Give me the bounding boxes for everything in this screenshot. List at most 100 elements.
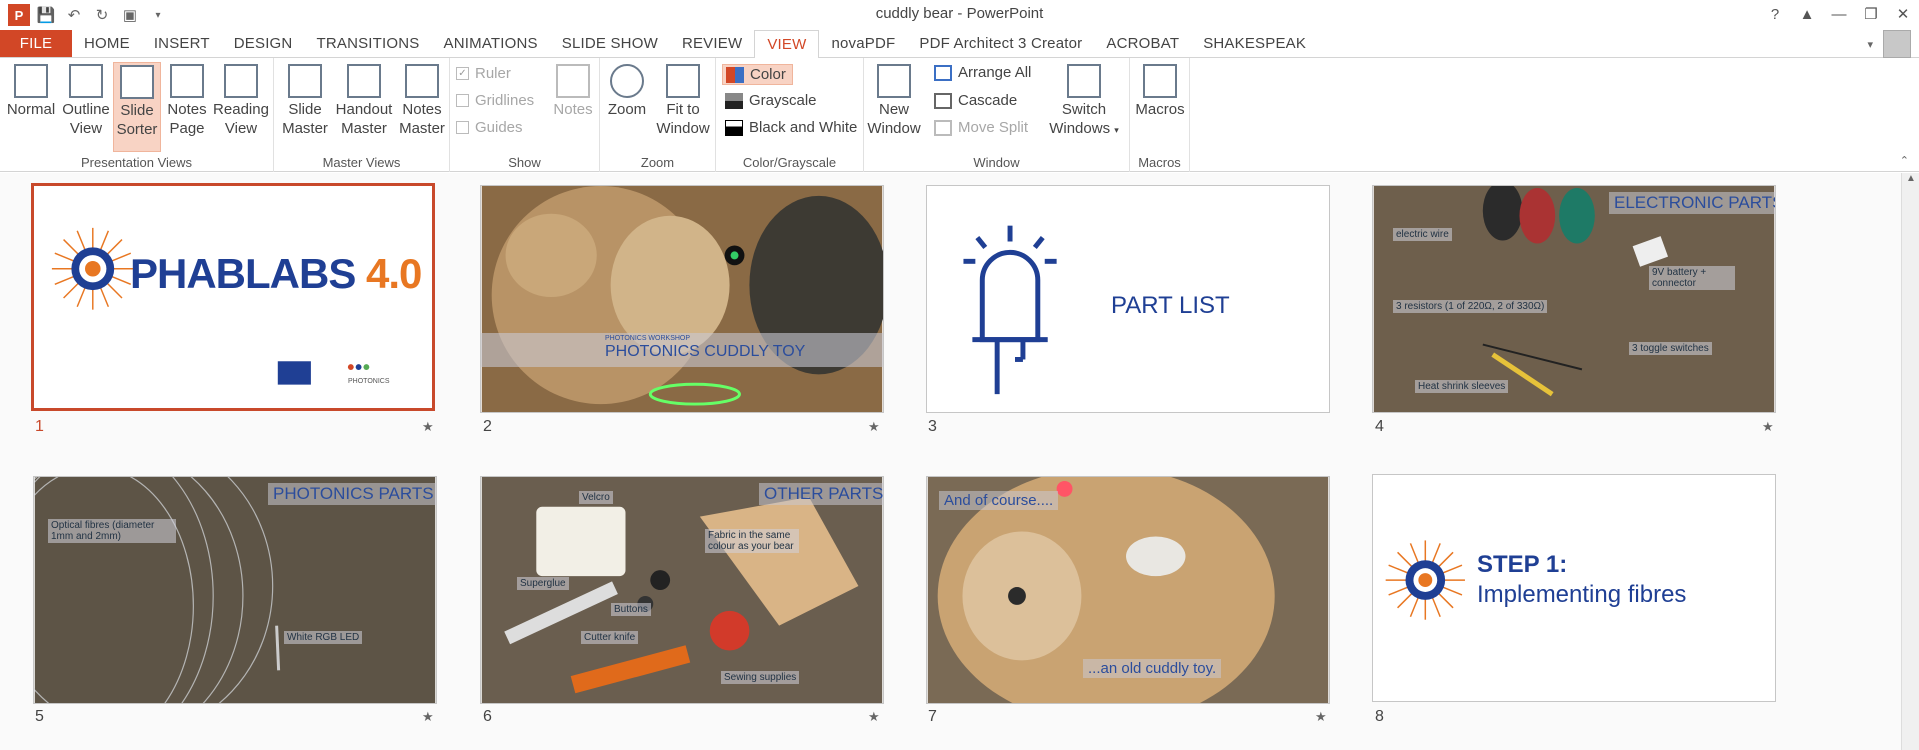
slide-number-6: 6 — [483, 708, 492, 725]
collapse-ribbon-icon[interactable]: ⌃ — [1900, 154, 1909, 167]
switch-windows-button[interactable]: Switch Windows ▾ — [1044, 64, 1124, 140]
arrange-all-button[interactable]: Arrange All — [934, 64, 1031, 81]
ruler-label: Ruler — [475, 65, 511, 82]
animation-star-icon[interactable]: ★ — [868, 419, 880, 435]
tab-file[interactable]: FILE — [0, 30, 72, 57]
color-button[interactable]: Color — [722, 64, 793, 85]
bw-swatch-icon — [725, 119, 743, 136]
notes-button[interactable]: Notes — [550, 64, 596, 119]
animation-star-icon[interactable]: ★ — [1315, 709, 1327, 725]
fit-label: Fit to — [666, 101, 700, 118]
tab-novapdf[interactable]: novaPDF — [819, 30, 907, 57]
checkbox-icon: ✓ — [456, 67, 469, 80]
ribbon-options-icon[interactable]: ▾ — [1867, 38, 1873, 51]
group-label: Zoom — [640, 155, 675, 170]
zoom-button[interactable]: Zoom — [604, 64, 650, 119]
slide-6-label: Cutter knife — [581, 631, 639, 644]
color-swatch-icon — [726, 66, 744, 83]
notes-master-button[interactable]: Notes Master — [396, 64, 448, 138]
tab-pdf-architect[interactable]: PDF Architect 3 Creator — [907, 30, 1094, 57]
slide-thumbnail-7[interactable]: And of course.... ...an old cuddly toy. — [926, 476, 1330, 704]
minimize-icon[interactable]: — — [1823, 0, 1855, 28]
slide-6-label: Sewing supplies — [721, 671, 800, 684]
slide-thumbnail-5[interactable]: PHOTONICS PARTS Optical fibres (diameter… — [33, 476, 437, 704]
fit-to-window-button[interactable]: Fit to Window — [654, 64, 712, 138]
tab-slide-show[interactable]: SLIDE SHOW — [550, 30, 670, 57]
avatar[interactable] — [1883, 30, 1911, 58]
scroll-up-icon[interactable]: ▲ — [1902, 173, 1919, 189]
slide-4-label: 3 toggle switches — [1629, 342, 1712, 355]
macros-button[interactable]: Macros — [1134, 64, 1186, 119]
help-icon[interactable]: ? — [1759, 0, 1791, 28]
handout-master-button[interactable]: Handout Master — [332, 64, 396, 138]
grayscale-button[interactable]: Grayscale — [725, 92, 817, 109]
outline-label-2: View — [69, 120, 103, 137]
outline-label: Outline — [62, 101, 110, 118]
title-bar: P 💾 ↶ ↻ ▣ ▾ cuddly bear - PowerPoint ? ▲… — [0, 0, 1919, 30]
notes-label: Notes — [553, 101, 593, 118]
magnifier-icon — [610, 64, 644, 98]
animation-star-icon[interactable]: ★ — [1762, 419, 1774, 435]
slide-thumbnail-4[interactable]: ELECTRONIC PARTS electric wire 9V batter… — [1372, 185, 1776, 413]
electronic-parts-photo — [1373, 186, 1775, 412]
restore-icon[interactable]: ❐ — [1855, 0, 1887, 28]
handout-master-icon — [347, 64, 381, 98]
tab-view[interactable]: VIEW — [754, 30, 820, 59]
slide-6-title: OTHER PARTS — [759, 483, 883, 505]
slide-number-4: 4 — [1375, 418, 1384, 435]
sorter-label-2: Sorter — [116, 121, 158, 138]
slide-thumbnail-6[interactable]: OTHER PARTS Velcro Fabric in the same co… — [480, 476, 884, 704]
window-title: cuddly bear - PowerPoint — [875, 5, 1044, 22]
close-icon[interactable]: ✕ — [1887, 0, 1919, 28]
notes-master-label-2: Master — [399, 120, 445, 137]
slide-master-button[interactable]: Slide Master — [280, 64, 330, 138]
guides-label: Guides — [475, 119, 523, 136]
slide-3-title: PART LIST — [1111, 292, 1230, 319]
slide-number-7: 7 — [928, 708, 937, 725]
switch-label: Switch — [1061, 101, 1107, 118]
slide-thumbnail-2[interactable]: PHOTONICS WORKSHOP PHOTONICS CUDDLY TOY — [480, 185, 884, 413]
notes-page-button[interactable]: Notes Page — [163, 64, 211, 138]
normal-view-button[interactable]: Normal — [4, 64, 58, 119]
tab-home[interactable]: HOME — [72, 30, 142, 57]
gridlines-checkbox[interactable]: Gridlines — [456, 92, 534, 109]
tab-insert[interactable]: INSERT — [142, 30, 222, 57]
slide-master-label-2: Master — [282, 120, 328, 137]
slide-thumbnail-8[interactable]: STEP 1: Implementing fibres — [1372, 474, 1776, 702]
slide-4-title: ELECTRONIC PARTS — [1609, 192, 1775, 214]
slide-4-label: Heat shrink sleeves — [1415, 380, 1509, 393]
black-white-button[interactable]: Black and White — [725, 119, 857, 136]
move-split-icon — [934, 119, 952, 136]
slide-5-label: Optical fibres (diameter 1mm and 2mm) — [48, 519, 176, 543]
handout-label-2: Master — [341, 120, 387, 137]
group-macros: Macros Macros — [1130, 58, 1190, 172]
tab-design[interactable]: DESIGN — [222, 30, 305, 57]
ruler-checkbox[interactable]: ✓ Ruler — [456, 65, 511, 82]
ribbon-display-icon[interactable]: ▲ — [1791, 0, 1823, 28]
move-split-button[interactable]: Move Split — [934, 119, 1028, 136]
tab-animations[interactable]: ANIMATIONS — [432, 30, 550, 57]
guides-checkbox[interactable]: Guides — [456, 119, 523, 136]
tab-shakespeak[interactable]: SHAKESPEAK — [1191, 30, 1318, 57]
tab-review[interactable]: REVIEW — [670, 30, 754, 57]
sorter-label: Slide — [120, 102, 154, 119]
slide-sorter-icon — [120, 65, 154, 99]
vertical-scrollbar[interactable]: ▲ — [1901, 173, 1919, 750]
macros-icon — [1143, 64, 1177, 98]
grayscale-label: Grayscale — [749, 92, 817, 109]
slide-sorter-button[interactable]: Slide Sorter — [113, 62, 161, 152]
reading-view-button[interactable]: Reading View — [212, 64, 270, 138]
outline-view-button[interactable]: Outline View — [60, 64, 112, 138]
slide-thumbnail-3[interactable]: PART LIST — [926, 185, 1330, 413]
cascade-button[interactable]: Cascade — [934, 92, 1017, 109]
ribbon-view: Normal Outline View Slide Sorter Notes Page… — [0, 58, 1919, 172]
animation-star-icon[interactable]: ★ — [422, 709, 434, 725]
slide-thumbnail-1[interactable]: PHABLABS 4.0 PHOTONICS — [31, 183, 435, 411]
animation-star-icon[interactable]: ★ — [422, 419, 434, 435]
group-window: New Window Arrange All Cascade Move Split… — [864, 58, 1130, 172]
new-window-button[interactable]: New Window — [867, 64, 921, 138]
tab-transitions[interactable]: TRANSITIONS — [304, 30, 431, 57]
animation-star-icon[interactable]: ★ — [868, 709, 880, 725]
tab-acrobat[interactable]: ACROBAT — [1094, 30, 1191, 57]
zoom-label: Zoom — [607, 101, 647, 118]
